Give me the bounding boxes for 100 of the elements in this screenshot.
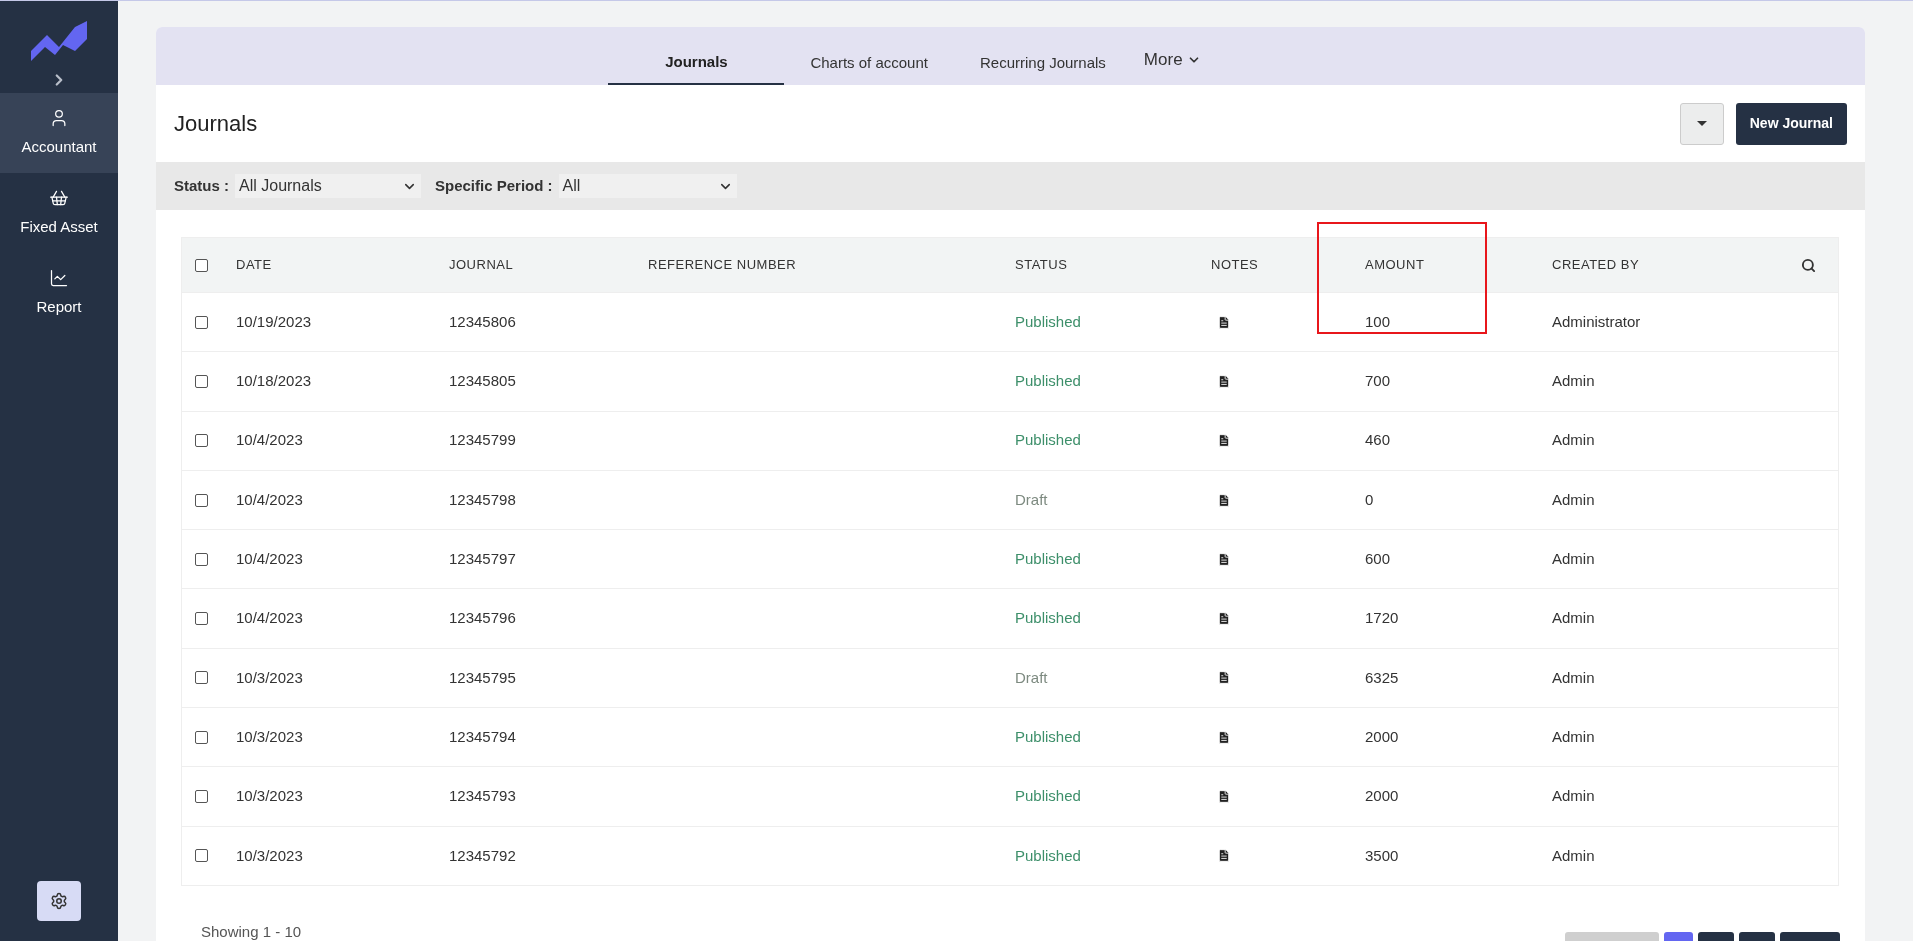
- status-cell: Published: [1015, 787, 1081, 805]
- date-cell: 10/4/2023: [236, 490, 303, 508]
- filter-label: Specific Period :: [435, 175, 553, 196]
- journal-cell: 12345799: [449, 431, 516, 449]
- note-icon[interactable]: [1217, 314, 1231, 330]
- table-row[interactable]: 10/4/2023 12345798 Draft 0 Admin: [182, 469, 1838, 530]
- new-journal-button[interactable]: New Journal: [1735, 102, 1847, 145]
- amount-cell: 0: [1365, 490, 1374, 508]
- tab[interactable]: Recurring Journals: [953, 41, 1132, 85]
- table-row[interactable]: 10/4/2023 12345799 Published 460 Admin: [182, 410, 1838, 470]
- table-row[interactable]: 10/4/2023 12345796 Published 1720 Admin: [182, 588, 1838, 648]
- column-header: JOURNAL: [449, 257, 514, 273]
- journal-cell: 12345795: [449, 668, 516, 686]
- journal-cell: 12345805: [449, 372, 516, 390]
- note-icon[interactable]: [1217, 848, 1231, 864]
- date-cell: 10/3/2023: [236, 727, 303, 745]
- column-header: NOTES: [1211, 257, 1259, 273]
- status-cell: Published: [1015, 846, 1081, 864]
- date-cell: 10/3/2023: [236, 846, 303, 864]
- date-cell: 10/4/2023: [236, 550, 303, 568]
- row-checkbox[interactable]: [195, 790, 208, 803]
- date-cell: 10/3/2023: [236, 787, 303, 805]
- logo-icon: [31, 21, 87, 63]
- table-row[interactable]: 10/19/2023 12345806 Published 100 Administrator: [182, 292, 1838, 352]
- showing-text: Showing 1 - 10: [201, 923, 302, 939]
- tab[interactable]: Charts of account: [784, 41, 954, 85]
- amount-cell: 2000: [1365, 787, 1399, 805]
- creator-cell: Admin: [1552, 372, 1595, 390]
- creator-cell: Admin: [1552, 846, 1595, 864]
- journal-cell: 12345798: [449, 490, 516, 508]
- note-icon[interactable]: [1217, 729, 1231, 745]
- status-cell: Draft: [1015, 490, 1048, 508]
- status-cell: Published: [1015, 431, 1081, 449]
- creator-cell: Admin: [1552, 431, 1595, 449]
- journal-cell: 12345796: [449, 609, 516, 627]
- amount-cell: 3500: [1365, 846, 1399, 864]
- column-header: STATUS: [1015, 257, 1068, 273]
- amount-cell: 100: [1365, 312, 1391, 330]
- amount-cell: 6325: [1365, 668, 1399, 686]
- row-checkbox[interactable]: [195, 671, 208, 685]
- creator-cell: Admin: [1552, 787, 1595, 805]
- row-checkbox[interactable]: [195, 730, 208, 744]
- creator-cell: Admin: [1552, 550, 1595, 568]
- amount-cell: 1720: [1365, 609, 1399, 627]
- creator-cell: Admin: [1552, 727, 1595, 745]
- note-icon[interactable]: [1217, 551, 1231, 567]
- row-checkbox[interactable]: [195, 612, 208, 626]
- settings-icon: [50, 892, 68, 910]
- date-cell: 10/18/2023: [236, 372, 312, 390]
- date-cell: 10/3/2023: [236, 668, 303, 686]
- status-cell: Published: [1015, 609, 1081, 627]
- table-row[interactable]: 10/3/2023 12345792 Published 3500 Admin: [182, 825, 1838, 885]
- note-icon[interactable]: [1217, 373, 1231, 389]
- note-icon[interactable]: [1217, 611, 1231, 627]
- status-cell: Published: [1015, 727, 1081, 745]
- column-header: CREATED BY: [1552, 257, 1640, 273]
- status-cell: Draft: [1015, 668, 1048, 686]
- row-checkbox[interactable]: [195, 493, 208, 507]
- column-header: REFERENCE NUMBER: [648, 257, 797, 273]
- status-cell: Published: [1015, 372, 1081, 390]
- row-checkbox[interactable]: [195, 258, 208, 272]
- search-icon[interactable]: [1801, 257, 1816, 273]
- date-cell: 10/4/2023: [236, 431, 303, 449]
- creator-cell: Admin: [1552, 668, 1595, 686]
- note-icon[interactable]: [1217, 433, 1231, 449]
- settings-button[interactable]: [37, 881, 81, 921]
- sidebar-item[interactable]: Accountant: [0, 93, 118, 173]
- tab[interactable]: Journals: [608, 41, 785, 85]
- status-cell: Published: [1015, 312, 1081, 330]
- row-checkbox[interactable]: [195, 552, 208, 566]
- row-checkbox[interactable]: [195, 849, 208, 863]
- table-row[interactable]: 10/4/2023 12345797 Published 600 Admin: [182, 529, 1838, 589]
- journal-cell: 12345806: [449, 312, 516, 330]
- row-checkbox[interactable]: [195, 374, 208, 388]
- chart-icon: [49, 267, 69, 288]
- date-cell: 10/19/2023: [236, 312, 312, 330]
- table-row[interactable]: 10/3/2023 12345795 Draft 6325 Admin: [182, 647, 1838, 708]
- more-tab[interactable]: More: [1131, 41, 1213, 85]
- amount-cell: 460: [1365, 431, 1391, 449]
- table-row[interactable]: 10/3/2023 12345793 Published 2000 Admin: [182, 766, 1838, 826]
- caret-icon: [1696, 121, 1707, 126]
- creator-cell: Admin: [1552, 609, 1595, 627]
- journal-cell: 12345793: [449, 787, 516, 805]
- sidebar-item[interactable]: Report: [0, 253, 118, 333]
- page-title: Journals: [174, 110, 258, 138]
- note-icon[interactable]: [1217, 789, 1231, 804]
- table-row[interactable]: 10/3/2023 12345794 Published 2000 Admin: [182, 707, 1838, 767]
- filter-select[interactable]: All Journals: [235, 174, 421, 198]
- journal-cell: 12345797: [449, 550, 516, 568]
- date-cell: 10/4/2023: [236, 609, 303, 627]
- column-header: DATE: [236, 257, 272, 273]
- row-checkbox[interactable]: [195, 434, 208, 448]
- filter-select[interactable]: All: [558, 174, 737, 198]
- note-icon[interactable]: [1217, 670, 1231, 686]
- sidebar-item[interactable]: Fixed Asset: [0, 173, 118, 253]
- status-cell: Published: [1015, 550, 1081, 568]
- table-row[interactable]: 10/18/2023 12345805 Published 700 Admin: [182, 351, 1838, 411]
- amount-cell: 700: [1365, 372, 1391, 390]
- note-icon[interactable]: [1217, 492, 1231, 508]
- row-checkbox[interactable]: [195, 315, 208, 329]
